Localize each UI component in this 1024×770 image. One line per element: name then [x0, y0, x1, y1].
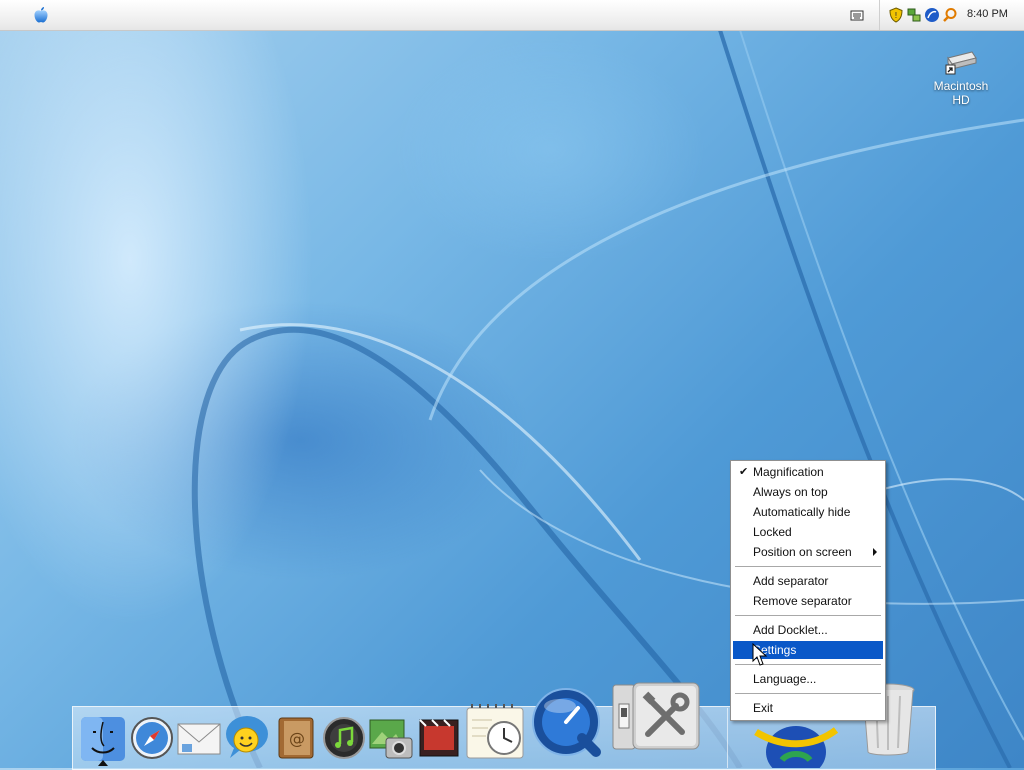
keyboard-icon[interactable]: [850, 8, 864, 22]
hard-drive-icon: [945, 51, 977, 75]
svg-text:!: !: [894, 11, 897, 20]
quicktime-icon[interactable]: [530, 686, 604, 760]
imovie-icon[interactable]: [418, 718, 460, 758]
mouse-cursor-icon: [752, 643, 768, 666]
running-indicator: [98, 760, 108, 766]
menu-separator: [735, 693, 881, 695]
iphoto-icon[interactable]: [368, 716, 414, 760]
security-shield-icon[interactable]: !: [888, 7, 904, 23]
menu-bar: ! 8:40 PM: [0, 0, 1024, 31]
desktop-icon-label: Macintosh HD: [933, 79, 989, 107]
settings-tools-icon[interactable]: [632, 682, 700, 750]
menu-item-automatically-hide[interactable]: Automatically hide: [733, 503, 883, 521]
itunes-icon[interactable]: [322, 716, 366, 760]
clock[interactable]: 8:40 PM: [967, 8, 1008, 20]
menu-item-magnification[interactable]: ✔ Magnification: [733, 463, 883, 481]
submenu-arrow-icon: [873, 548, 877, 556]
svg-text:@: @: [289, 729, 305, 748]
menu-item-locked[interactable]: Locked: [733, 523, 883, 541]
dock-separator: [727, 708, 728, 768]
menu-item-exit[interactable]: Exit: [733, 699, 883, 717]
menu-separator: [735, 615, 881, 617]
messenger-icon[interactable]: [224, 714, 270, 762]
menu-item-add-separator[interactable]: Add separator: [733, 572, 883, 590]
mail-icon[interactable]: [176, 720, 222, 758]
menu-item-add-docklet[interactable]: Add Docklet...: [733, 621, 883, 639]
search-icon[interactable]: [942, 7, 958, 23]
browser-icon[interactable]: [924, 7, 940, 23]
menu-item-language[interactable]: Language...: [733, 670, 883, 688]
desktop-icon-macintosh-hd[interactable]: Macintosh HD: [928, 46, 994, 107]
menu-item-position-on-screen[interactable]: Position on screen: [733, 543, 883, 561]
dock-context-menu: ✔ Magnification Always on top Automatica…: [730, 460, 886, 721]
menu-item-always-on-top[interactable]: Always on top: [733, 483, 883, 501]
address-book-icon[interactable]: @: [276, 716, 316, 760]
apple-logo-icon[interactable]: [32, 6, 50, 24]
checkmark-icon: ✔: [739, 466, 749, 478]
finder-icon[interactable]: [80, 716, 126, 762]
safari-icon[interactable]: [130, 716, 174, 760]
ical-icon[interactable]: [464, 704, 526, 760]
menu-item-remove-separator[interactable]: Remove separator: [733, 592, 883, 610]
menu-separator: [735, 566, 881, 568]
network-icon[interactable]: [906, 7, 922, 23]
